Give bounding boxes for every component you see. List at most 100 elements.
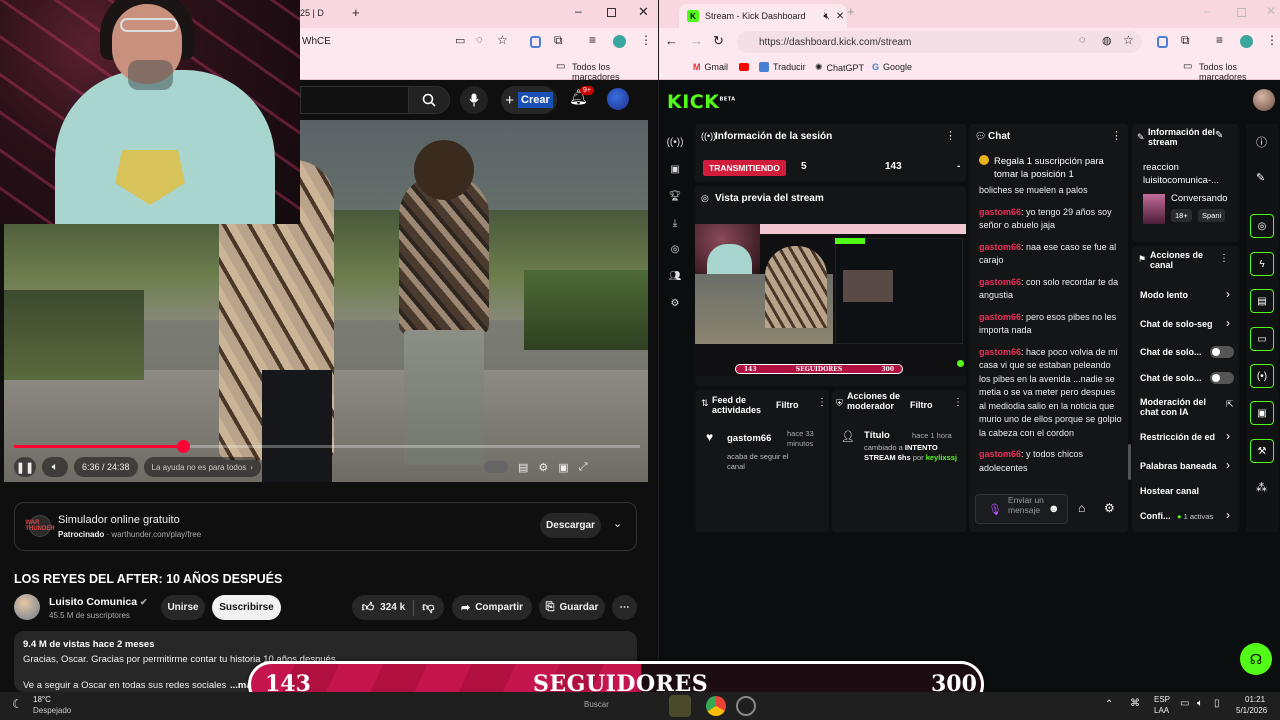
settings-icon[interactable]: ⚙: [667, 295, 683, 311]
chevron-right-icon[interactable]: ›: [1226, 316, 1230, 330]
chat-tool-icon[interactable]: ▭: [1250, 327, 1274, 351]
category-thumbnail[interactable]: [1143, 194, 1165, 224]
chat-username[interactable]: gastom66: [979, 449, 1021, 459]
action-host-channel[interactable]: Hostear canal: [1140, 486, 1236, 496]
more-actions-button[interactable]: ⋯: [612, 595, 637, 620]
search-button[interactable]: [408, 86, 450, 114]
broadcast-icon[interactable]: ((•)): [667, 134, 684, 150]
keyboard-language[interactable]: ESP: [1154, 695, 1170, 704]
chevron-right-icon[interactable]: ›: [1226, 287, 1230, 301]
search-input[interactable]: [300, 86, 408, 114]
action-banned-words[interactable]: Palabras baneada: [1140, 461, 1222, 471]
chevron-up-icon[interactable]: ⌃: [1105, 699, 1113, 710]
miniplayer-icon[interactable]: ▣: [558, 461, 568, 474]
playlist-icon[interactable]: ≡: [1216, 33, 1223, 47]
weather-temperature[interactable]: 18°C: [33, 695, 51, 704]
lightning-icon[interactable]: ϟ: [1250, 252, 1274, 276]
ad-title[interactable]: Simulador online gratuito: [58, 514, 180, 526]
bookmark-translate[interactable]: Traducir: [739, 62, 806, 72]
bookmark-chatgpt[interactable]: ✺ ChatGPT: [815, 62, 864, 73]
pinned-gift-message[interactable]: Regala 1 suscripción para tomar la posic…: [994, 155, 1122, 181]
all-bookmarks-link[interactable]: Todos los marcadores: [572, 62, 658, 82]
chat-username[interactable]: gastom66: [979, 312, 1021, 322]
chevron-down-icon[interactable]: ⌄: [613, 517, 622, 530]
chat-message[interactable]: gastom66: yo tengo 29 años soy señor o a…: [979, 206, 1124, 233]
chat-username[interactable]: gastom66: [979, 207, 1021, 217]
action-configuration[interactable]: Confi...: [1140, 511, 1180, 521]
menu-icon[interactable]: ⋮: [640, 33, 652, 47]
bookmark-google[interactable]: G Google: [872, 62, 912, 72]
chat-settings-icon[interactable]: ⚙: [1104, 501, 1115, 515]
wrench-icon[interactable]: ⚒: [1250, 439, 1274, 463]
all-bookmarks-link[interactable]: Todos los marcadores: [1199, 62, 1280, 82]
subscribe-button[interactable]: Suscribirse: [212, 595, 281, 620]
extensions-icon[interactable]: ⧉: [1181, 33, 1190, 48]
category-name[interactable]: Conversando: [1171, 193, 1228, 204]
broadcast-tool-icon[interactable]: (•): [1250, 364, 1274, 388]
action-emote-only[interactable]: Chat de solo...: [1140, 373, 1208, 383]
action-ai-moderation[interactable]: Moderación del chat con IA: [1140, 397, 1222, 417]
sponsored-ad-card[interactable]: WAR THUNDER Simulador online gratuito Pa…: [14, 502, 637, 551]
bookmark-star-icon[interactable]: ☆: [1123, 33, 1134, 47]
join-button[interactable]: Unirse: [161, 595, 205, 620]
mute-tab-icon[interactable]: 🔇︎: [824, 11, 830, 22]
minimize-icon[interactable]: –: [1204, 4, 1211, 18]
privacy-icon[interactable]: ◍: [1102, 34, 1112, 47]
channel-avatar[interactable]: [14, 594, 40, 620]
clock-time[interactable]: 01:21: [1245, 695, 1265, 704]
panel-menu-icon[interactable]: ⋮: [817, 397, 827, 408]
account-avatar[interactable]: [607, 88, 629, 110]
profile-icon[interactable]: [613, 35, 626, 48]
kick-logo[interactable]: KICKBETA: [667, 91, 736, 113]
chevron-right-icon[interactable]: ›: [1226, 429, 1230, 443]
channel-name[interactable]: Luisito Comunica ✔: [49, 596, 148, 608]
feed-user[interactable]: gastom66: [727, 433, 771, 444]
keyboard-layout[interactable]: LAA: [1154, 706, 1169, 715]
extensions-icon[interactable]: ⧉: [554, 33, 563, 48]
close-tab-icon[interactable]: ✕: [836, 11, 844, 22]
chevron-right-icon[interactable]: ›: [1226, 508, 1230, 522]
document-icon[interactable]: ▤: [1250, 289, 1274, 313]
eye-off-icon[interactable]: ◌: [476, 34, 483, 46]
fullscreen-icon[interactable]: ⤢: [579, 461, 588, 474]
trophy-icon[interactable]: 🏆︎: [667, 188, 683, 204]
minimize-icon[interactable]: –: [575, 4, 582, 18]
speaker-icon[interactable]: 🔈︎: [1197, 698, 1203, 709]
chrome-icon[interactable]: [706, 696, 726, 716]
thumbs-up-icon[interactable]: 👍︎: [362, 600, 375, 615]
panel-menu-icon[interactable]: ⋮: [953, 397, 963, 408]
support-headset-button[interactable]: ☊: [1240, 643, 1272, 675]
emoji-icon[interactable]: ☻: [1048, 503, 1060, 515]
shield-icon[interactable]: [1157, 36, 1168, 48]
video-progress-knob[interactable]: [177, 440, 191, 453]
thumbs-down-icon[interactable]: 👎︎: [422, 600, 434, 615]
close-icon[interactable]: ✕: [1266, 4, 1276, 18]
network-icon[interactable]: ▭: [1180, 698, 1189, 709]
edit-icon[interactable]: ✎: [1215, 130, 1223, 141]
info-icon[interactable]: ⓘ: [1256, 134, 1267, 150]
chat-message[interactable]: gastom66: naa ese caso se fue al carajo: [979, 241, 1124, 268]
share-button[interactable]: ➦ Compartir: [452, 595, 532, 620]
chat-scrollbar[interactable]: [1128, 444, 1131, 480]
obs-icon[interactable]: [736, 696, 756, 716]
chat-username[interactable]: gastom66: [979, 242, 1021, 252]
clip-icon[interactable]: ◎: [667, 241, 683, 257]
left-tab-title[interactable]: 25 | D: [300, 8, 324, 18]
subtitles-icon[interactable]: ▤: [518, 461, 528, 474]
ad-download-button[interactable]: Descargar: [540, 513, 601, 538]
back-icon[interactable]: ←: [665, 33, 678, 48]
shield-icon[interactable]: [530, 36, 541, 48]
forward-icon[interactable]: →: [690, 33, 703, 48]
nodes-icon[interactable]: ⁂: [1256, 481, 1267, 494]
save-button[interactable]: ⎘ Guardar: [539, 595, 605, 620]
pause-icon[interactable]: ❚❚: [14, 457, 36, 477]
reload-icon[interactable]: ↻: [713, 33, 724, 49]
install-icon[interactable]: ▭: [455, 34, 465, 47]
clock-date[interactable]: 5/1/2026: [1236, 706, 1267, 715]
chat-username[interactable]: gastom66: [979, 277, 1021, 287]
panel-menu-icon[interactable]: ⋮: [1111, 129, 1122, 142]
clip-tool-icon[interactable]: ◎: [1250, 214, 1274, 238]
tab-kick-dashboard[interactable]: K Stream - Kick Dashboard 🔇︎ ✕: [679, 4, 847, 28]
panel-menu-icon[interactable]: ⋮: [945, 129, 956, 142]
eye-off-icon[interactable]: ◌: [1079, 34, 1086, 46]
